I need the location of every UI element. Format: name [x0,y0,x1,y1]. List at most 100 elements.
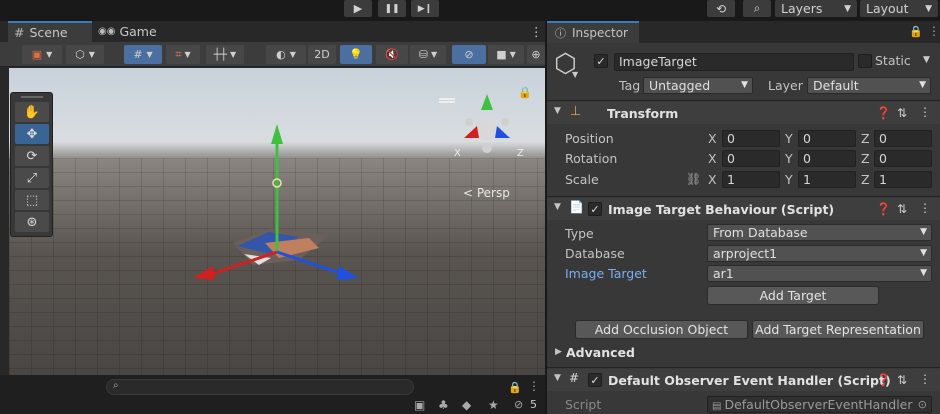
transform-tool-icon[interactable]: ⊛ [15,212,49,232]
tag-dropdown[interactable]: Untagged ▼ [643,77,753,94]
image-target-dropdown[interactable]: ar1 ▼ [707,265,932,282]
more-icon[interactable]: ⋮ [528,379,540,393]
static-checkbox[interactable] [858,54,872,68]
help-icon[interactable]: ❓ [876,202,891,216]
x-axis-arrow[interactable] [193,266,215,280]
scene-viewport[interactable]: X Z 🔒 [9,68,545,375]
layer-dropdown[interactable]: Default ▼ [807,77,931,94]
hand-tool-icon[interactable]: ✋ [15,102,49,122]
rotation-y-input[interactable]: 0 [798,150,856,167]
itb-enabled-checkbox[interactable]: ✓ [588,202,602,216]
gizmo-neg-z[interactable] [501,118,509,126]
database-dropdown[interactable]: arproject1 ▼ [707,245,932,262]
draw-mode-dropdown[interactable]: ▣ ▼ [22,45,62,64]
doeh-title: Default Observer Event Handler (Script) [608,373,891,388]
presets-icon[interactable]: ⇅ [897,373,907,387]
object-name-input[interactable]: ImageTarget [614,53,854,71]
itb-title: Image Target Behaviour (Script) [608,202,835,217]
2d-toggle[interactable]: 2D [308,45,336,64]
step-button[interactable]: ▶❙ [411,0,439,17]
gizmos-icon[interactable]: ⊕ [527,45,545,64]
scale-y-input[interactable]: 1 [798,171,856,188]
pause-button[interactable]: ❚❚ [378,0,406,17]
position-x-input[interactable]: 0 [722,130,780,147]
active-checkbox[interactable]: ✓ [594,54,608,68]
gizmo-x-cone[interactable] [464,126,479,138]
play-button[interactable]: ▶ [344,0,372,17]
chevron-down-icon[interactable]: ▼ [572,70,578,79]
position-y-input[interactable]: 0 [798,130,856,147]
add-target-representation-button[interactable]: Add Target Representation [752,320,924,339]
scale-z-input[interactable]: 1 [874,171,932,188]
more-icon[interactable]: ⋮ [919,201,931,215]
doeh-header[interactable]: ▼ # ✓ Default Observer Event Handler (Sc… [547,369,940,391]
lock-icon[interactable]: 🔒 [909,25,923,38]
tab-scene[interactable]: # Scene [8,21,92,42]
chevron-down-icon[interactable]: ▼ [554,373,561,383]
snap-increment-dropdown[interactable]: ⌗ ▼ [166,45,200,64]
orientation-gizmo-center[interactable] [477,120,497,140]
layers-dropdown[interactable]: Layers ▼ [775,0,857,17]
itb-header[interactable]: ▼ 📄 ✓ Image Target Behaviour (Script) ❓ … [547,198,940,220]
history-button[interactable]: ⟲ [707,0,735,17]
z-axis-handle[interactable] [276,250,344,276]
y-axis-arrow[interactable] [271,124,283,144]
lock-icon[interactable]: 🔒 [518,86,532,99]
rotate-tool-icon[interactable]: ⟳ [15,146,49,166]
hidden-packages-icon[interactable]: ⊘ [514,398,523,411]
label-filter-icon[interactable]: ◆ [462,398,471,412]
chevron-down-icon[interactable]: ▼ [554,106,561,116]
scale-x-input[interactable]: 1 [722,171,780,188]
chevron-down-icon[interactable]: ▼ [554,202,561,212]
chevron-down-icon[interactable]: ▼ [923,55,930,65]
filter-icon[interactable]: ▣ [414,398,425,412]
gizmo-y-cone[interactable] [481,94,493,110]
tab-inspector[interactable]: ⓘ Inspector [547,21,639,43]
tab-game[interactable]: ◉◉ Game [92,21,158,42]
advanced-foldout[interactable]: Advanced [566,345,635,360]
doeh-enabled-checkbox[interactable]: ✓ [588,373,602,387]
more-icon[interactable]: ⋮ [919,105,931,119]
help-icon[interactable]: ❓ [876,106,891,120]
orientation-dropdown[interactable]: ◐ ▼ [266,45,306,64]
rect-tool-icon[interactable]: ⬚ [15,190,49,210]
scale-tool-icon[interactable]: ⤢ [15,168,49,188]
hidden-objects-toggle[interactable]: ⊘ [452,45,486,64]
grid-snap-toggle[interactable]: # ▼ [124,45,162,64]
increment-snap-dropdown[interactable]: ┼┼ ▼ [206,45,244,64]
position-z-input[interactable]: 0 [874,130,932,147]
camera-dropdown[interactable]: ■ ▼ [488,45,524,64]
favorite-star-icon[interactable]: ★ [488,398,499,412]
search-button[interactable]: ⌕ [743,0,771,17]
rotation-x-input[interactable]: 0 [722,150,780,167]
presets-icon[interactable]: ⇅ [897,106,907,120]
type-filter-icon[interactable]: ♣ [438,398,449,412]
add-occlusion-object-button[interactable]: Add Occlusion Object [575,320,748,339]
layout-dropdown[interactable]: Layout ▼ [860,0,938,17]
script-label: Script [565,397,602,412]
more-icon[interactable]: ⋮ [524,21,543,42]
help-icon[interactable]: ❓ [876,373,891,387]
project-search-input[interactable]: ⌕ [106,379,414,395]
lighting-toggle[interactable]: 💡 [340,45,372,64]
gizmo-neg-y[interactable] [482,143,492,153]
transform-header[interactable]: ▼ ⊥ Transform ❓ ⇅ ⋮ [547,102,940,124]
link-icon[interactable]: ⛓ [686,172,701,186]
move-tool-icon[interactable]: ✥ [15,124,49,144]
presets-icon[interactable]: ⇅ [897,202,907,216]
more-icon[interactable]: ⋮ [919,372,931,386]
object-picker-icon[interactable]: ⊙ [918,397,927,412]
gizmo-z-cone[interactable] [495,126,510,138]
more-icon[interactable]: ⋮ [928,24,940,38]
gizmo-neg-x[interactable] [465,118,473,126]
rotation-z-input[interactable]: 0 [874,150,932,167]
add-target-button[interactable]: Add Target [707,286,879,305]
projection-toggle[interactable]: < Persp [463,186,510,200]
chevron-right-icon[interactable]: ▶ [555,347,562,357]
lock-icon[interactable]: 🔒 [508,381,522,394]
effects-dropdown[interactable]: ⛁ ▼ [410,45,446,64]
audio-toggle[interactable]: 🔇 [376,45,408,64]
type-dropdown[interactable]: From Database ▼ [707,224,932,241]
z-axis-arrow[interactable] [337,266,359,280]
render-mode-dropdown[interactable]: ⬡ ▼ [66,45,104,64]
